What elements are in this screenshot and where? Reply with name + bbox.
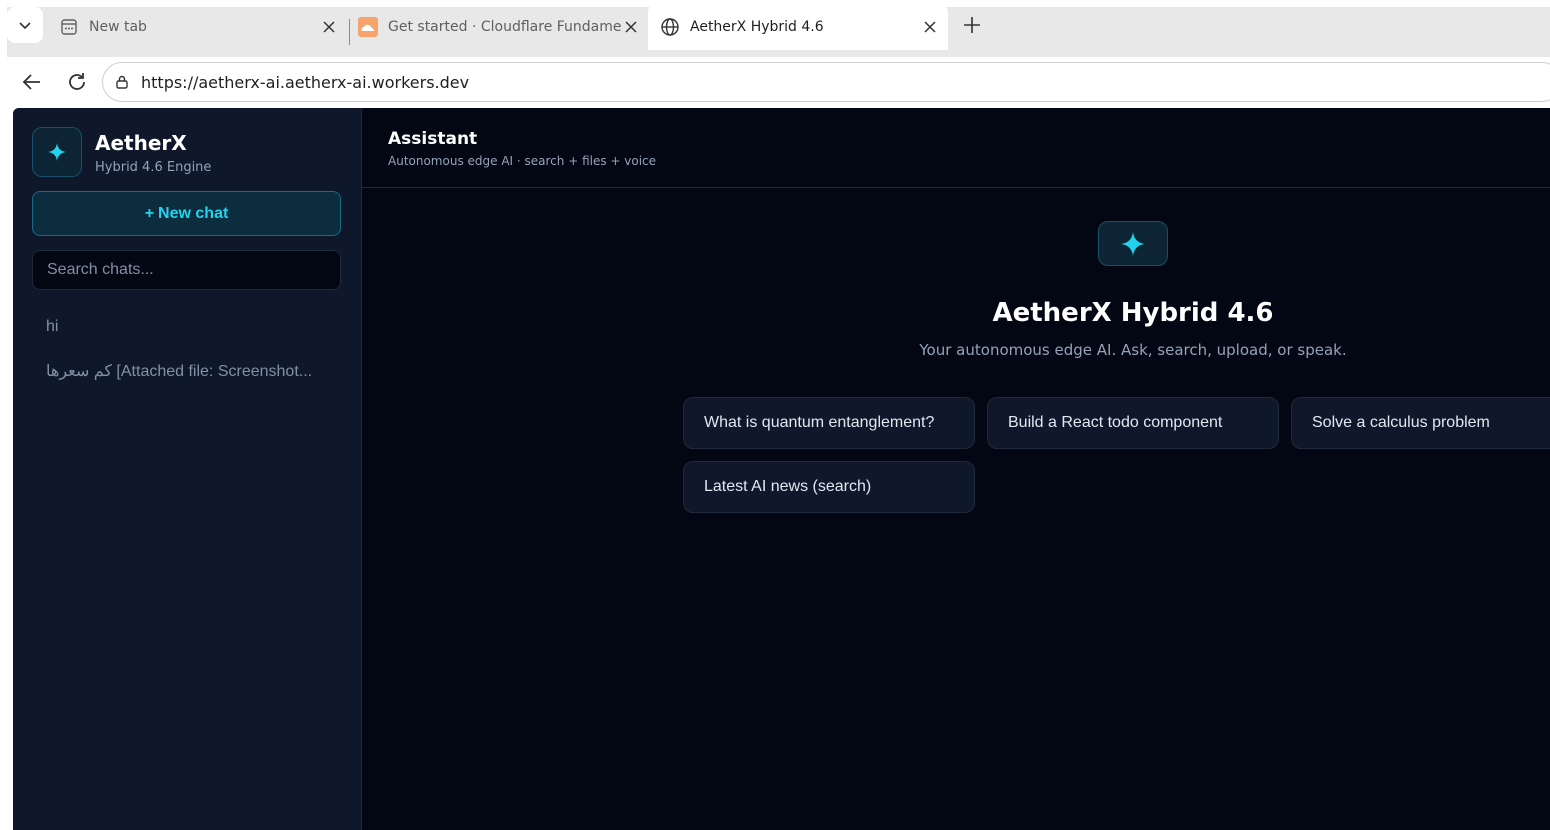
site-info-icon[interactable]	[113, 73, 131, 91]
new-tab-button[interactable]	[958, 11, 986, 39]
browser-tab-aetherx[interactable]: AetherX Hybrid 4.6	[648, 4, 948, 50]
search-chats-input[interactable]	[32, 250, 341, 290]
suggestion-chip[interactable]: Build a React todo component	[987, 397, 1279, 449]
sidebar: AetherX Hybrid 4.6 Engine + New chat hi …	[13, 108, 362, 830]
reload-icon	[69, 73, 85, 90]
arrow-left-icon	[22, 74, 40, 90]
tab-search-button[interactable]	[7, 7, 43, 43]
app-window: AetherX Hybrid 4.6 Engine + New chat hi …	[13, 108, 1550, 830]
suggestion-chip[interactable]: Latest AI news (search)	[683, 461, 975, 513]
close-icon[interactable]	[621, 17, 641, 37]
new-tab-page-icon	[59, 17, 79, 37]
main-header: Assistant Autonomous edge AI · search + …	[362, 108, 1550, 188]
chevron-down-icon	[19, 22, 31, 30]
suggestion-chip[interactable]: Solve a calculus problem	[1291, 397, 1550, 449]
plus-icon	[964, 17, 980, 33]
tab-title: AetherX Hybrid 4.6	[690, 19, 824, 35]
chat-history-item[interactable]: كم سعرها [Attached file: Screenshot...	[32, 353, 341, 389]
plus-icon: +	[144, 204, 155, 222]
back-button[interactable]	[19, 69, 45, 95]
brand-logo	[32, 127, 82, 177]
sparkle-icon	[1121, 231, 1145, 256]
tab-title: New tab	[89, 19, 147, 35]
page-title: Assistant	[388, 129, 478, 149]
cloudflare-icon	[358, 17, 378, 37]
close-icon[interactable]	[319, 17, 339, 37]
chat-history-item[interactable]: hi	[32, 309, 341, 345]
suggestion-label: Build a React todo component	[1008, 414, 1223, 431]
chat-history-label: hi	[46, 318, 59, 335]
suggestion-chip[interactable]: What is quantum entanglement?	[683, 397, 975, 449]
omnibox[interactable]: https://aetherx-ai.aetherx-ai.workers.de…	[102, 62, 1550, 102]
suggestion-label: What is quantum entanglement?	[704, 414, 935, 431]
browser-tab-new-tab[interactable]: New tab	[47, 4, 347, 50]
globe-icon	[660, 17, 680, 37]
address-bar: https://aetherx-ai.aetherx-ai.workers.de…	[7, 57, 1550, 107]
brand-title: AetherX	[95, 131, 187, 155]
hero-logo	[1098, 221, 1168, 266]
hero-title: AetherX Hybrid 4.6	[992, 298, 1274, 328]
chat-history-label: كم سعرها [Attached file: Screenshot...	[46, 363, 313, 380]
sparkle-icon	[48, 143, 66, 161]
brand-subtitle: Hybrid 4.6 Engine	[95, 160, 212, 175]
url-text: https://aetherx-ai.aetherx-ai.workers.de…	[141, 72, 470, 92]
tab-title: Get started · Cloudflare Fundamentals	[388, 19, 621, 35]
close-icon[interactable]	[920, 17, 940, 37]
page-subtitle: Autonomous edge AI · search + files + vo…	[388, 154, 657, 168]
browser-tab-cloudflare[interactable]: Get started · Cloudflare Fundamentals	[346, 4, 649, 50]
new-chat-label: New chat	[158, 204, 229, 222]
suggestion-label: Latest AI news (search)	[704, 478, 872, 495]
new-chat-button[interactable]: + New chat	[32, 191, 341, 236]
hero-subtitle: Your autonomous edge AI. Ask, search, up…	[919, 341, 1347, 359]
reload-button[interactable]	[64, 69, 90, 95]
suggestion-label: Solve a calculus problem	[1312, 414, 1490, 431]
